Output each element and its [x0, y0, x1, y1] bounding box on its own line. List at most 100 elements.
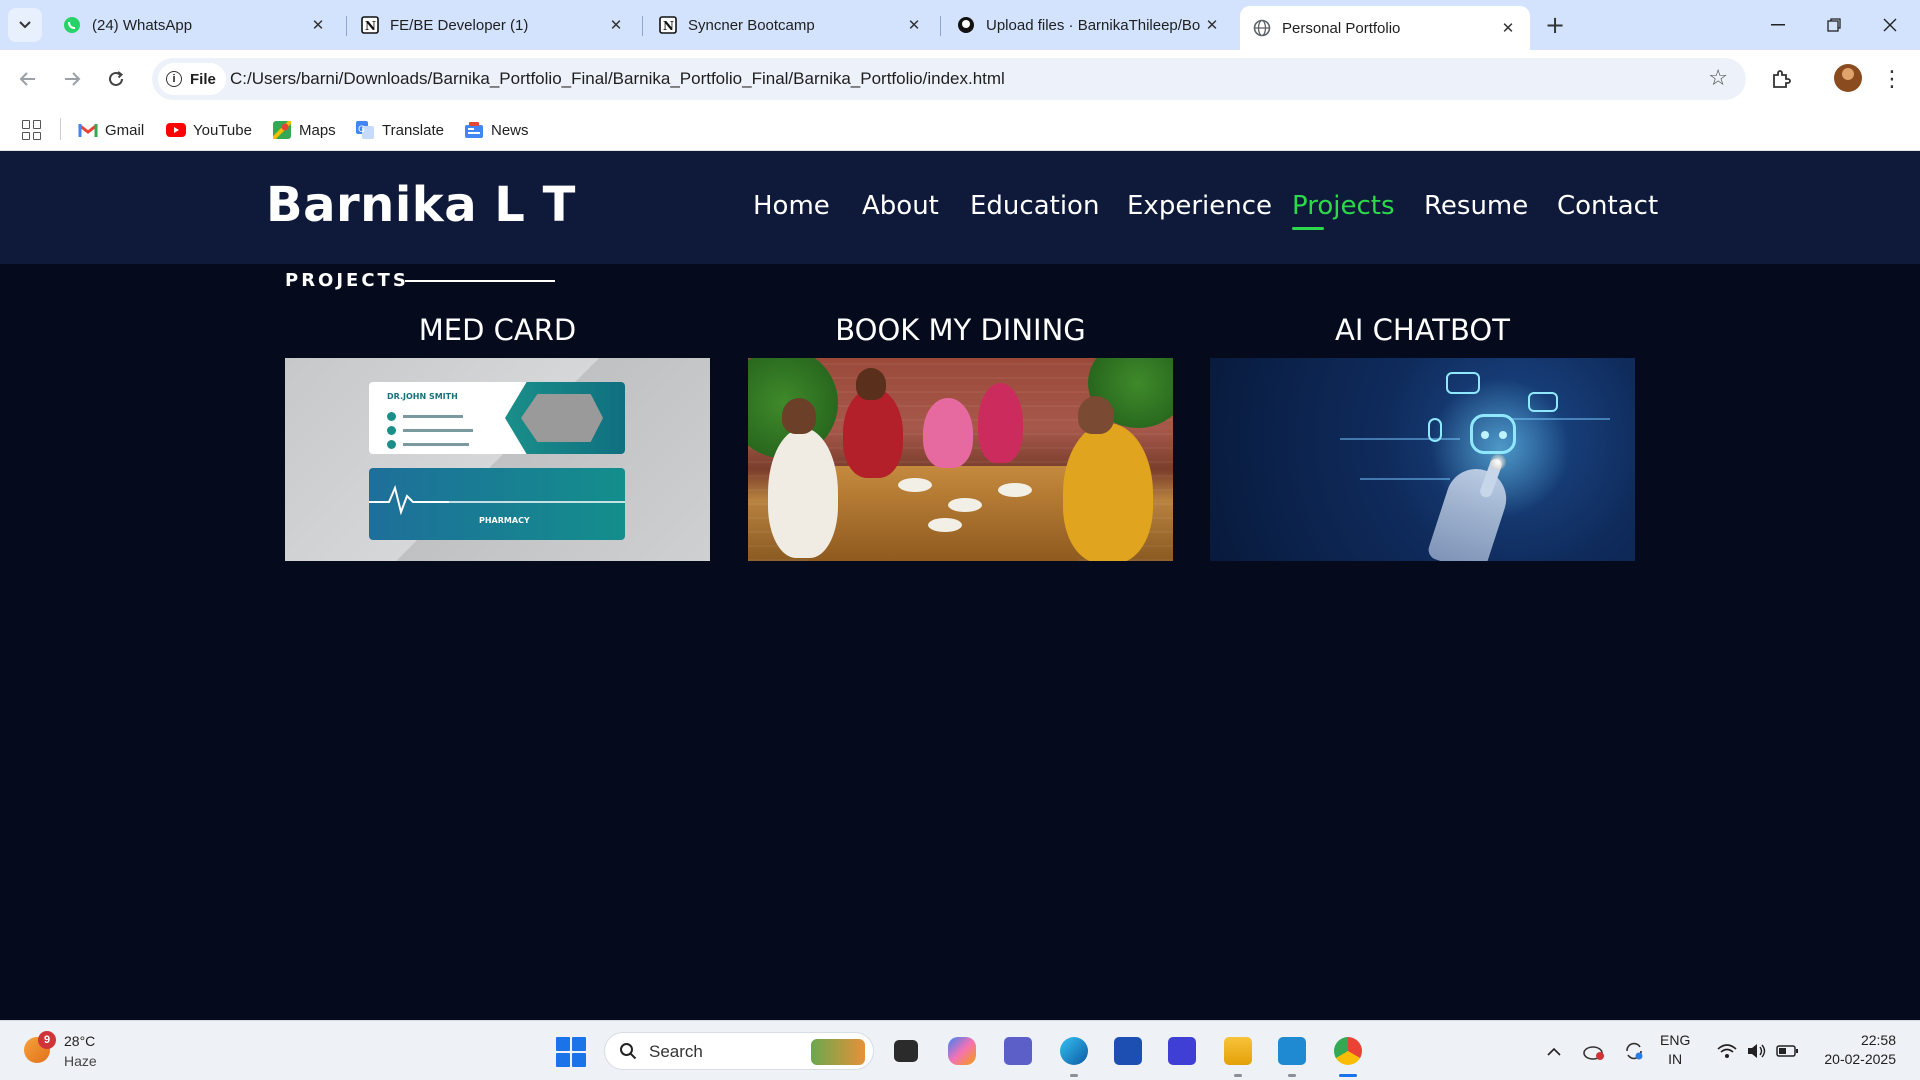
translate-icon: G: [355, 121, 375, 139]
weather-description: Haze: [64, 1053, 97, 1069]
copilot-icon[interactable]: [944, 1033, 980, 1069]
tab-syncner-bootcamp[interactable]: N Syncner Bootcamp ✕: [646, 8, 936, 42]
nav-resume[interactable]: Resume: [1424, 191, 1528, 221]
tab-search-button[interactable]: [8, 8, 42, 42]
robot-icon: [1470, 414, 1516, 454]
bookmark-label: News: [491, 121, 529, 139]
profile-avatar[interactable]: [1834, 64, 1862, 92]
project-title: AI CHATBOT: [1335, 313, 1510, 347]
arrow-left-icon: [19, 72, 35, 86]
robot-hand-image[interactable]: [1210, 358, 1635, 561]
family-dining-image[interactable]: [748, 358, 1173, 561]
card-name-text: DR.JOHN SMITH: [387, 392, 458, 401]
tab-whatsapp[interactable]: (24) WhatsApp ✕: [50, 8, 340, 42]
project-card-ai-chatbot[interactable]: AI CHATBOT: [1210, 310, 1635, 561]
nav-projects[interactable]: Projects: [1292, 191, 1395, 221]
search-highlight-image: [811, 1039, 865, 1065]
weather-widget[interactable]: 9 28°C Haze: [20, 1029, 130, 1073]
weather-temperature: 28°C: [64, 1033, 96, 1049]
taskbar: 9 28°C Haze Search ENG IN 22:58 20-02-20…: [0, 1020, 1920, 1080]
section-heading-line: [405, 280, 555, 282]
windows-start-icon[interactable]: [556, 1037, 586, 1067]
close-icon[interactable]: ✕: [1202, 15, 1222, 35]
system-clock[interactable]: 22:58 20-02-2025: [1812, 1031, 1896, 1069]
sync-icon[interactable]: [1620, 1037, 1648, 1065]
project-card-med-card[interactable]: MED CARD DR.JOHN SMITH PHARMACY: [285, 310, 710, 561]
extensions-button[interactable]: [1766, 64, 1796, 94]
input-language[interactable]: ENG IN: [1660, 1031, 1690, 1069]
back-button[interactable]: [12, 63, 44, 95]
pharmacy-text: PHARMACY: [479, 516, 530, 525]
close-window-button[interactable]: [1862, 0, 1918, 50]
tab-personal-portfolio[interactable]: Personal Portfolio ✕: [1240, 6, 1530, 50]
bookmark-label: YouTube: [193, 121, 252, 139]
whatsapp-icon: [62, 15, 82, 35]
youtube-icon: [166, 121, 186, 139]
address-bar[interactable]: i File C:/Users/barni/Downloads/Barnika_…: [152, 58, 1746, 100]
new-tab-button[interactable]: +: [1540, 10, 1570, 40]
battery-icon[interactable]: [1774, 1037, 1802, 1065]
running-indicator: [1070, 1074, 1078, 1077]
file-explorer-icon[interactable]: [1220, 1033, 1256, 1069]
nav-contact[interactable]: Contact: [1557, 191, 1658, 221]
wifi-icon[interactable]: [1714, 1037, 1740, 1065]
restore-icon: [1827, 18, 1841, 32]
url-text[interactable]: C:/Users/barni/Downloads/Barnika_Portfol…: [230, 69, 1005, 89]
volume-icon[interactable]: [1744, 1037, 1770, 1065]
site-header: Barnika L T Home About Education Experie…: [0, 151, 1920, 264]
reload-button[interactable]: [100, 63, 132, 95]
bookmark-news[interactable]: News: [464, 118, 529, 142]
scheme-label: File: [190, 70, 216, 88]
task-view-icon[interactable]: [888, 1033, 924, 1069]
close-icon[interactable]: ✕: [904, 15, 924, 35]
close-icon[interactable]: ✕: [606, 15, 626, 35]
restore-button[interactable]: [1806, 0, 1862, 50]
nav-home[interactable]: Home: [753, 191, 830, 221]
tab-label: Upload files · BarnikaThileep/Bo: [986, 16, 1201, 34]
tab-label: Syncner Bootcamp: [688, 16, 815, 34]
teams-icon[interactable]: [1000, 1033, 1036, 1069]
show-hidden-icons-chevron-icon[interactable]: [1542, 1037, 1566, 1065]
clock-date: 20-02-2025: [1824, 1051, 1896, 1067]
bookmark-label: Maps: [299, 121, 336, 139]
nav-about[interactable]: About: [862, 191, 939, 221]
gmail-icon: [78, 121, 98, 139]
chevron-down-icon: [19, 21, 31, 29]
project-card-book-my-dining[interactable]: BOOK MY DINING: [748, 310, 1173, 561]
tab-separator: [642, 16, 643, 36]
more-menu-icon[interactable]: ⋮: [1880, 64, 1904, 94]
tab-label: FE/BE Developer (1): [390, 16, 529, 34]
nav-education[interactable]: Education: [970, 191, 1099, 221]
bookmark-maps[interactable]: Maps: [272, 118, 336, 142]
minimize-button[interactable]: [1750, 0, 1806, 50]
close-icon[interactable]: ✕: [1498, 18, 1518, 38]
close-icon[interactable]: ✕: [308, 15, 328, 35]
bookmark-translate[interactable]: G Translate: [355, 118, 444, 142]
info-icon: i: [166, 71, 182, 87]
edge-icon[interactable]: [1056, 1033, 1092, 1069]
svg-text:G: G: [358, 125, 365, 135]
nav-experience[interactable]: Experience: [1127, 191, 1272, 221]
site-info-chip[interactable]: i File: [158, 63, 226, 95]
news-icon: [464, 121, 484, 139]
bookmarks-bar: Gmail YouTube Maps G Translate News: [0, 108, 1920, 151]
bookmark-youtube[interactable]: YouTube: [166, 118, 252, 142]
tab-fe-be-developer[interactable]: N FE/BE Developer (1) ✕: [348, 8, 638, 42]
tab-label: Personal Portfolio: [1282, 19, 1401, 37]
search-icon: [620, 1043, 637, 1060]
search-placeholder: Search: [649, 1042, 703, 1061]
bookmark-gmail[interactable]: Gmail: [78, 118, 144, 142]
vscode-icon[interactable]: [1274, 1033, 1310, 1069]
tab-upload-files-github[interactable]: Upload files · BarnikaThileep/Bo ✕: [944, 8, 1234, 42]
microsoft-store-icon[interactable]: [1110, 1033, 1146, 1069]
forward-button[interactable]: [56, 63, 88, 95]
chrome-icon[interactable]: [1330, 1033, 1366, 1069]
taskbar-search[interactable]: Search: [604, 1032, 874, 1070]
apps-grid-icon[interactable]: [22, 120, 42, 140]
maps-icon: [272, 121, 292, 139]
business-card-image[interactable]: DR.JOHN SMITH PHARMACY: [285, 358, 710, 561]
bookmark-star-icon[interactable]: ☆: [1708, 66, 1728, 91]
active-nav-underline: [1292, 227, 1324, 230]
onedrive-icon[interactable]: [1580, 1037, 1608, 1065]
visual-studio-icon[interactable]: [1164, 1033, 1200, 1069]
